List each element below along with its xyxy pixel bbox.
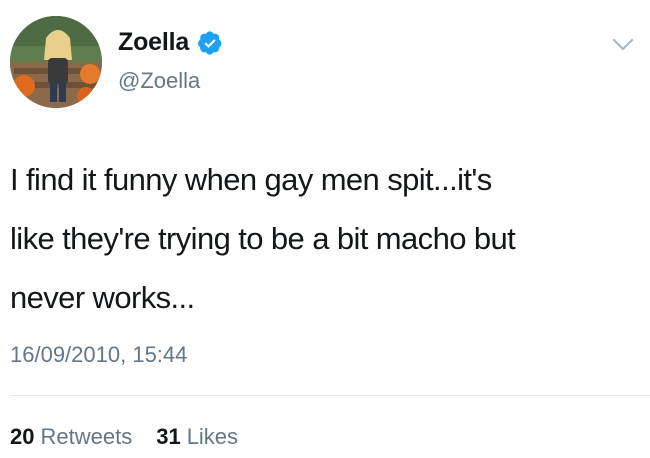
- retweets-count[interactable]: 20: [10, 424, 34, 450]
- user-handle[interactable]: @Zoella: [118, 68, 200, 94]
- likes-label[interactable]: Likes: [187, 424, 238, 450]
- tweet-stats: 20 Retweets 31 Likes: [10, 424, 238, 450]
- user-name-row[interactable]: Zoella: [118, 28, 223, 57]
- avatar-photo: [10, 16, 102, 108]
- tweet-text-line: I find it funny when gay men spit...it's: [10, 162, 492, 197]
- chevron-down-icon[interactable]: [612, 38, 634, 52]
- divider: [10, 395, 650, 396]
- retweets-label[interactable]: Retweets: [40, 424, 132, 450]
- tweet-text-line: like they're trying to be a bit macho bu…: [10, 221, 516, 256]
- tweet-text: I find it funny when gay men spit...it's…: [10, 150, 640, 327]
- likes-count[interactable]: 31: [156, 424, 180, 450]
- tweet-text-line: never works...: [10, 280, 195, 315]
- avatar[interactable]: [10, 16, 102, 108]
- tweet-timestamp[interactable]: 16/09/2010, 15:44: [10, 342, 187, 368]
- display-name[interactable]: Zoella: [118, 28, 189, 57]
- verified-badge-icon: [197, 30, 223, 56]
- tweet-card: Zoella @Zoella I find it funny when gay …: [0, 0, 650, 458]
